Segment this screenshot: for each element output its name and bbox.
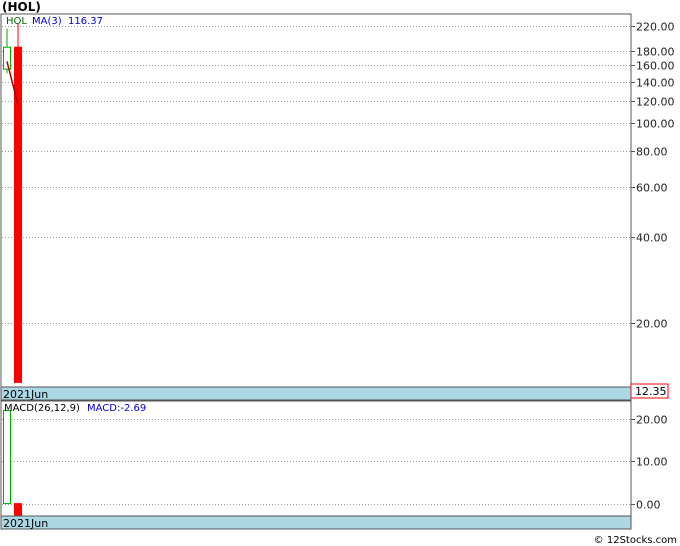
- price-tick-label: 220.00: [636, 21, 675, 34]
- price-tick-label: 160.00: [636, 60, 675, 73]
- price-tick-label: 180.00: [636, 46, 675, 59]
- price-date-label: 2021Jun: [3, 388, 48, 401]
- price-tick-label: 80.00: [636, 146, 668, 159]
- price-tick-label: 140.00: [636, 77, 675, 90]
- macd-tick-label: 10.00: [636, 456, 668, 469]
- candle-body: [3, 46, 11, 70]
- price-tick-label: 20.00: [636, 318, 668, 331]
- macd-axis: 20.00 10.00 0.00: [631, 414, 668, 512]
- macd-date-bar: [0, 515, 632, 530]
- macd-title: MACD(26,12,9): [4, 403, 80, 414]
- stock-chart: (HOL) 220.00 180.00160.00 140.00 120.00 100.…: [0, 0, 677, 546]
- legend-ma-label: MA(3): [32, 16, 62, 27]
- macd-bar: [3, 409, 11, 505]
- price-panel-frame: [0, 13, 632, 388]
- macd-value: MACD:-2.69: [87, 403, 146, 414]
- price-date-bar: [0, 386, 632, 401]
- macd-tick-label: 0.00: [636, 499, 661, 512]
- price-axis: 220.00 180.00160.00 140.00 120.00 100.00 80.0…: [631, 21, 675, 331]
- price-tick-label: 40.00: [636, 232, 668, 245]
- macd-panel-frame: [0, 400, 632, 517]
- price-tick-label: 120.00: [636, 96, 675, 109]
- macd-date-label: 2021Jun: [3, 517, 48, 530]
- macd-bar: [14, 503, 22, 516]
- macd-tick-label: 20.00: [636, 414, 668, 427]
- legend-ma-value: 116.37: [68, 16, 103, 27]
- chart-title: (HOL): [2, 0, 41, 14]
- price-tick-label: 60.00: [636, 182, 668, 195]
- credit-text: © 12Stocks.com: [594, 535, 677, 546]
- price-tick-label: 100.00: [636, 118, 675, 131]
- last-price-label: 12.35: [635, 385, 667, 398]
- legend-ticker: HOL: [6, 16, 27, 27]
